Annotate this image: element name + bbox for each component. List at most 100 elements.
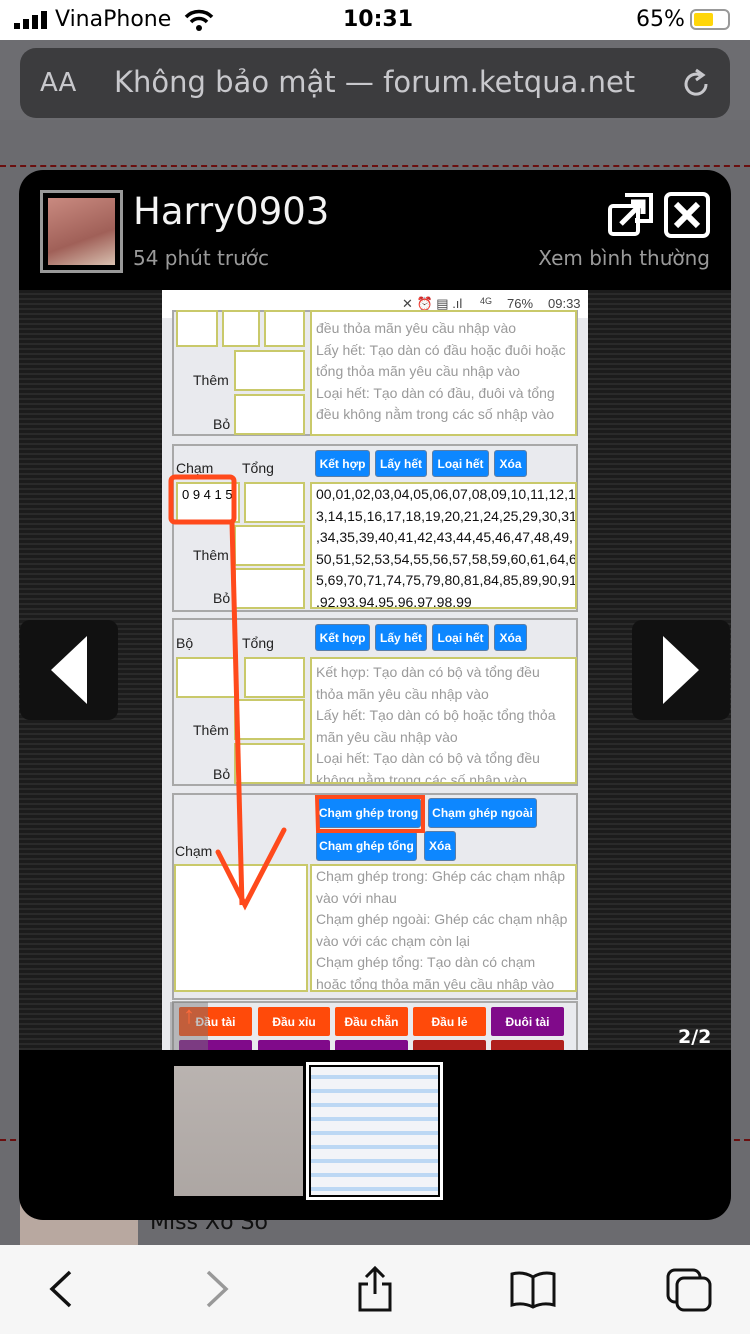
help-line: đều không nằm trong các số nhập vào (316, 406, 555, 422)
bo-set-label: Bộ (176, 635, 194, 651)
dau-xiu-button[interactable]: Đầu xỉu (258, 1007, 330, 1036)
result-line: ,92,93,94,95,96,97,98,99 (316, 593, 472, 609)
bo-input[interactable] (234, 394, 305, 435)
ket-hop-button[interactable]: Kết hợp (315, 624, 370, 651)
lay-het-button[interactable]: Lấy hết (375, 450, 427, 477)
filter-button[interactable] (491, 1040, 564, 1050)
address-bar[interactable]: AA Không bảo mật — forum.ketqua.net (20, 48, 730, 118)
forward-button[interactable] (192, 1267, 242, 1311)
dau-le-button[interactable]: Đầu lẻ (413, 1007, 486, 1036)
scroll-top-icon[interactable]: ↑ (170, 1002, 208, 1050)
duoi-tai-button[interactable]: Đuôi tài (491, 1007, 564, 1036)
image-lightbox: Harry0903 54 phút trước Xem bình thường … (19, 170, 731, 1220)
bo-remove-input[interactable] (234, 743, 305, 784)
cham-value: 0 9 4 1 5 (182, 487, 233, 502)
dau-chan-button[interactable]: Đầu chẵn (335, 1007, 408, 1036)
help-line: Chạm ghép tổng: Tạo dàn có chạm (316, 954, 536, 970)
filter-button[interactable] (335, 1040, 408, 1050)
bo-label: Bỏ (213, 766, 231, 782)
them-input[interactable] (234, 350, 305, 391)
tabs-button[interactable] (664, 1267, 714, 1312)
help-line: đều thỏa mãn yêu cầu nhập vào (316, 320, 517, 336)
arrow-right-icon (663, 636, 699, 704)
clock: 10:31 (343, 7, 414, 32)
bo-label: Bỏ (213, 590, 231, 606)
them-input[interactable] (234, 699, 305, 740)
help-line: Chạm ghép ngoài: Ghép các chạm nhập (316, 911, 568, 927)
image-counter: 2/2 (678, 1026, 712, 1048)
tong-input[interactable] (244, 482, 305, 523)
inner-time: 09:33 (548, 296, 581, 311)
reload-icon[interactable] (680, 68, 712, 100)
next-image-button[interactable] (632, 620, 730, 720)
result-line: 3,14,15,16,17,18,19,20,21,24,25,29,30,31 (316, 507, 577, 524)
signal-icon (14, 11, 47, 29)
ket-hop-button[interactable]: Kết hợp (315, 450, 370, 477)
loai-het-button[interactable]: Loại hết (432, 624, 489, 651)
chevron-left-icon (49, 1270, 72, 1308)
result-line: 50,51,52,53,54,55,56,57,58,59,60,61,64,6 (316, 550, 577, 567)
cham-label: Chạm (175, 843, 213, 859)
book-icon (510, 1271, 556, 1309)
help-line: Kết hợp: Tạo dàn có bộ và tổng đều (316, 664, 540, 680)
tong-input[interactable] (264, 310, 305, 347)
help-line: mãn yêu cầu nhập vào (316, 728, 458, 745)
thumbnail-2-selected[interactable] (306, 1062, 443, 1200)
url-text[interactable]: Không bảo mật — forum.ketqua.net (114, 65, 635, 99)
share-button[interactable] (350, 1266, 400, 1312)
result-line: 00,01,02,03,04,05,06,07,08,09,10,11,12,1 (316, 486, 576, 502)
status-bar: VinaPhone 10:31 65% (0, 0, 750, 40)
share-icon (358, 1266, 392, 1312)
help-line: vào với nhau (316, 889, 397, 906)
cham-input[interactable] (174, 864, 308, 992)
bo-input[interactable] (176, 657, 238, 698)
lay-het-button[interactable]: Lấy hết (375, 624, 427, 651)
filter-button[interactable] (413, 1040, 486, 1050)
duoi-input[interactable] (222, 310, 260, 347)
help-line: Lấy hết: Tạo dàn có đầu hoặc đuôi hoặc (316, 341, 566, 358)
battery-icon (690, 9, 730, 30)
xoa-button[interactable]: Xóa (424, 831, 456, 861)
previous-image-button[interactable] (20, 620, 118, 720)
text-size-button[interactable]: AA (40, 68, 76, 98)
help-text: Kết hợp: Tạo dàn có bộ và tổng đều thỏa … (310, 657, 577, 784)
dau-input[interactable] (176, 310, 218, 347)
them-input[interactable] (234, 525, 305, 566)
filter-button[interactable] (258, 1040, 330, 1050)
username[interactable]: Harry0903 (133, 190, 329, 233)
result-textarea[interactable]: 00,01,02,03,04,05,06,07,08,09,10,11,12,1… (310, 482, 577, 609)
cham-ghep-tong-button[interactable]: Chạm ghép tổng (316, 831, 417, 861)
bo-input[interactable] (234, 568, 305, 609)
tabs-icon (666, 1268, 712, 1312)
tong-label: Tổng (242, 460, 274, 476)
avatar[interactable] (40, 190, 123, 273)
xoa-button[interactable]: Xóa (494, 624, 527, 651)
xoa-button[interactable]: Xóa (494, 450, 527, 477)
battery-percent: 65% (636, 7, 685, 32)
cham-ghep-ngoai-button[interactable]: Chạm ghép ngoài (428, 798, 537, 828)
open-external-icon[interactable] (607, 192, 655, 238)
them-label: Thêm (193, 547, 229, 563)
help-line: hoặc tổng thỏa mãn yêu cầu nhập vào (316, 975, 555, 992)
inner-battery: 76% (507, 296, 534, 311)
bo-label: Bỏ (213, 416, 231, 432)
bookmarks-button[interactable] (508, 1267, 558, 1311)
carrier: VinaPhone (55, 7, 172, 32)
help-line: vào với các chạm còn lại (316, 932, 470, 949)
thumbnail-1[interactable] (174, 1066, 303, 1196)
normal-view-link[interactable]: Xem bình thường (538, 246, 710, 270)
tong-label: Tổng (242, 635, 274, 651)
loai-het-button[interactable]: Loại hết (432, 450, 489, 477)
cham-ghep-trong-button[interactable]: Chạm ghép trong (316, 798, 421, 828)
inner-network: 4G (480, 296, 493, 306)
help-line: Loại hết: Tạo dàn có bộ và tổng đều (316, 750, 540, 766)
close-icon[interactable] (664, 192, 710, 238)
back-button[interactable] (36, 1267, 86, 1311)
help-line: thỏa mãn yêu cầu nhập vào (316, 685, 489, 702)
image-stage: ✕ ⏰ ▤ .ıl 4G 76% 09:33 Thêm Bỏ đều thỏa … (19, 290, 731, 1050)
cham-label: Chạm (176, 460, 214, 476)
help-text: Chạm ghép trong: Ghép các chạm nhập vào … (310, 864, 577, 992)
tong-input[interactable] (244, 657, 305, 698)
cham-input[interactable]: 0 9 4 1 5 (176, 482, 240, 523)
help-line: Chạm ghép trong: Ghép các chạm nhập (316, 868, 566, 884)
